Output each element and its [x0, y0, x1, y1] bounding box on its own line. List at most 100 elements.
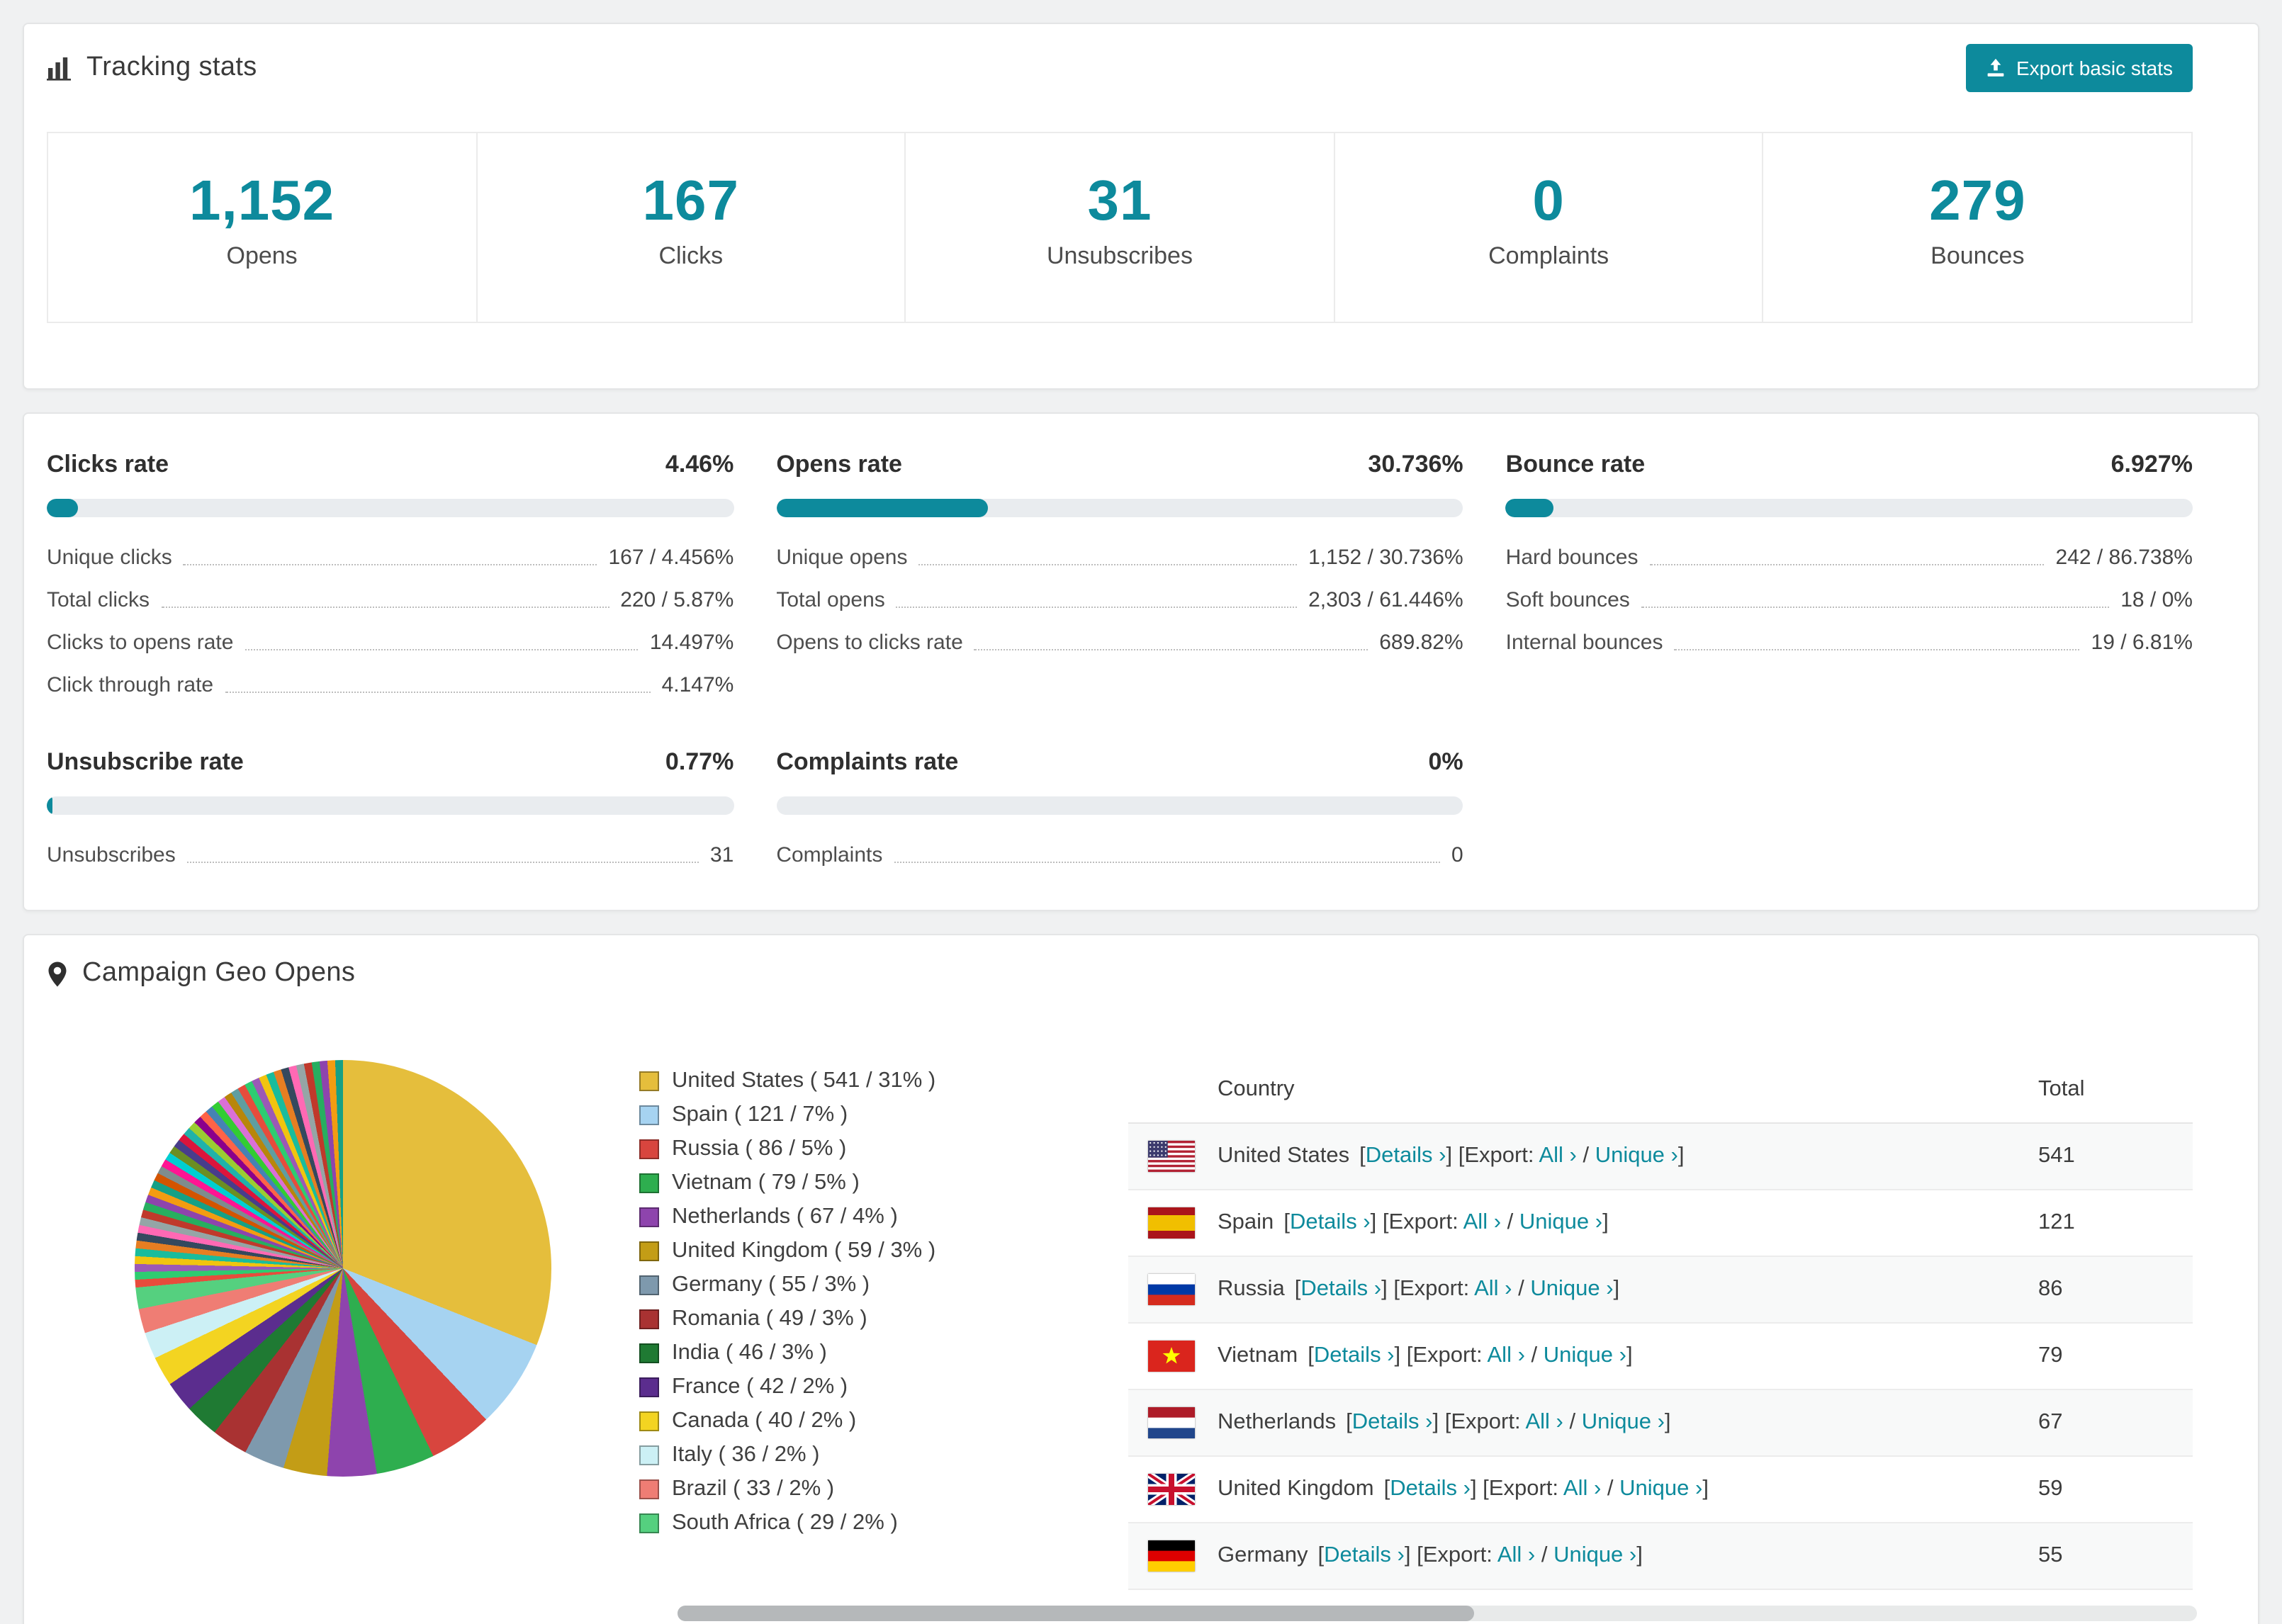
- dotted-leader: [894, 862, 1440, 863]
- export-prefix: Export:: [1399, 1277, 1475, 1301]
- rate-metric-row: Internal bounces 19 / 6.81%: [1506, 631, 2193, 655]
- rate-progress-fill: [1505, 499, 1553, 517]
- metric-value: 0: [1451, 843, 1463, 867]
- rate-progress-bar: [47, 796, 734, 815]
- country-links: [Details ›] [Export: All › / Unique ›]: [1308, 1343, 1632, 1369]
- rate-progress-bar: [47, 499, 734, 517]
- rates-card: Clicks rate 4.46% Unique clicks 167 / 4.…: [23, 412, 2259, 911]
- metric-label: Unsubscribes: [47, 843, 176, 867]
- metric-value: 2,303 / 61.446%: [1308, 588, 1463, 612]
- export-all-link[interactable]: All ›: [1525, 1410, 1563, 1434]
- legend-label: South Africa ( 29 / 2% ): [672, 1511, 898, 1535]
- legend-item-germany: Germany ( 55 / 3% ): [639, 1273, 1128, 1298]
- export-unique-link[interactable]: Unique ›: [1553, 1543, 1636, 1567]
- bracket: ]: [1664, 1410, 1671, 1434]
- details-link[interactable]: Details ›: [1352, 1410, 1433, 1434]
- legend-item-south-africa: South Africa ( 29 / 2% ): [639, 1511, 1128, 1536]
- dotted-leader: [1674, 649, 2080, 650]
- metric-label: Internal bounces: [1505, 631, 1663, 655]
- export-all-link[interactable]: All ›: [1474, 1277, 1512, 1301]
- export-unique-link[interactable]: Unique ›: [1544, 1343, 1626, 1368]
- dotted-leader: [1641, 607, 2110, 608]
- details-link[interactable]: Details ›: [1300, 1277, 1381, 1301]
- export-prefix: Export:: [1422, 1543, 1497, 1567]
- horizontal-scrollbar-thumb[interactable]: [678, 1606, 1474, 1621]
- geo-table-header: Country Total: [1128, 1057, 2193, 1124]
- export-all-link[interactable]: All ›: [1497, 1543, 1535, 1567]
- rate-title: Bounce rate: [1505, 451, 1646, 478]
- export-icon: [1985, 58, 2005, 78]
- metric-value: 18 / 0%: [2120, 588, 2193, 612]
- bounce-rate-panel: Bounce rate 6.927% Hard bounces 242 / 86…: [1505, 451, 2193, 697]
- pie-column: [47, 1037, 639, 1590]
- details-link[interactable]: Details ›: [1290, 1210, 1371, 1234]
- bracket: [: [1294, 1277, 1301, 1301]
- metric-value: 242 / 86.738%: [2055, 546, 2193, 570]
- rate-title: Clicks rate: [47, 451, 169, 478]
- export-all-link[interactable]: All ›: [1488, 1343, 1525, 1368]
- stat-box-complaints: 0 Complaints: [1333, 132, 1764, 323]
- flag-russia: [1148, 1274, 1195, 1306]
- horizontal-scrollbar-track[interactable]: [678, 1606, 2197, 1621]
- metric-label: Total opens: [776, 588, 885, 612]
- total-column-header: Total: [2038, 1077, 2085, 1101]
- dotted-leader: [186, 862, 699, 863]
- export-unique-link[interactable]: Unique ›: [1530, 1277, 1613, 1301]
- map-pin-icon: [47, 960, 68, 987]
- legend-label: Italy ( 36 / 2% ): [672, 1443, 820, 1467]
- dotted-leader: [183, 564, 597, 565]
- rate-metric-rows: Unique opens 1,152 / 30.736% Total opens…: [776, 546, 1463, 655]
- separator: /: [1512, 1277, 1531, 1301]
- tracking-stats-card: Tracking stats Export basic stats 1,152 …: [23, 23, 2259, 390]
- bracket: ]: [1677, 1144, 1685, 1168]
- legend-label: Netherlands ( 67 / 4% ): [672, 1205, 898, 1229]
- country-name: Netherlands: [1218, 1410, 1337, 1434]
- legend-label: Romania ( 49 / 3% ): [672, 1307, 867, 1331]
- legend-item-netherlands: Netherlands ( 67 / 4% ): [639, 1205, 1128, 1230]
- rate-title: Complaints rate: [776, 748, 959, 775]
- legend-swatch: [639, 1241, 659, 1261]
- export-unique-link[interactable]: Unique ›: [1519, 1210, 1602, 1234]
- bracket: ] [: [1404, 1543, 1423, 1567]
- geo-opens-title: Campaign Geo Opens: [82, 958, 356, 988]
- rate-progress-fill: [47, 796, 52, 815]
- metric-value: 14.497%: [649, 631, 734, 655]
- details-link[interactable]: Details ›: [1314, 1343, 1395, 1368]
- legend-label: United States ( 541 / 31% ): [672, 1068, 936, 1093]
- flag-vietnam: [1148, 1341, 1195, 1372]
- geo-opens-pie-chart: [135, 1060, 551, 1477]
- country-links: [Details ›] [Export: All › / Unique ›]: [1295, 1277, 1619, 1302]
- details-link[interactable]: Details ›: [1324, 1543, 1405, 1567]
- bracket: ] [: [1470, 1477, 1489, 1501]
- export-prefix: Export:: [1388, 1210, 1463, 1234]
- metric-label: Unique clicks: [47, 546, 172, 570]
- country-name: United States: [1218, 1144, 1350, 1168]
- legend-item-vietnam: Vietnam ( 79 / 5% ): [639, 1171, 1128, 1196]
- export-all-link[interactable]: All ›: [1563, 1477, 1601, 1501]
- export-unique-link[interactable]: Unique ›: [1582, 1410, 1665, 1434]
- legend-item-united-kingdom: United Kingdom ( 59 / 3% ): [639, 1239, 1128, 1264]
- country-total: 86: [2038, 1277, 2063, 1301]
- metric-label: Clicks to opens rate: [47, 631, 234, 655]
- export-unique-link[interactable]: Unique ›: [1595, 1144, 1678, 1168]
- details-link[interactable]: Details ›: [1366, 1144, 1446, 1168]
- legend-label: Spain ( 121 / 7% ): [672, 1103, 848, 1127]
- rate-metric-row: Soft bounces 18 / 0%: [1506, 588, 2193, 612]
- bracket: ]: [1626, 1343, 1633, 1368]
- legend-label: France ( 42 / 2% ): [672, 1375, 848, 1399]
- export-unique-link[interactable]: Unique ›: [1619, 1477, 1702, 1501]
- stat-box-opens: 1,152 Opens: [47, 132, 478, 323]
- details-link[interactable]: Details ›: [1390, 1477, 1471, 1501]
- unsubscribe-rate-panel: Unsubscribe rate 0.77% Unsubscribes 31: [47, 748, 734, 867]
- export-basic-stats-button[interactable]: Export basic stats: [1965, 44, 2193, 92]
- legend-swatch: [639, 1309, 659, 1329]
- legend-swatch: [639, 1479, 659, 1499]
- bar-chart-icon: [47, 55, 72, 81]
- export-all-link[interactable]: All ›: [1539, 1144, 1576, 1168]
- export-all-link[interactable]: All ›: [1463, 1210, 1501, 1234]
- bracket: [: [1383, 1477, 1390, 1501]
- bracket: ]: [1702, 1477, 1709, 1501]
- separator: /: [1501, 1210, 1519, 1234]
- export-prefix: Export:: [1412, 1343, 1488, 1368]
- flag-united-kingdom: [1146, 1470, 1197, 1509]
